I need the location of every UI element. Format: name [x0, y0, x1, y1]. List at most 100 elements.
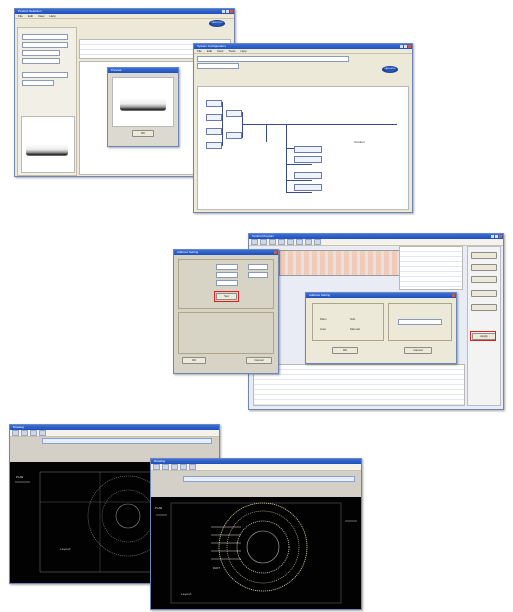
close-icon[interactable] — [408, 45, 411, 48]
menu-help[interactable]: Help — [240, 49, 246, 53]
option-field[interactable] — [22, 72, 68, 78]
toolbar-button[interactable] — [314, 239, 321, 245]
toolbar — [151, 464, 361, 471]
option-sub-label[interactable]: Sub — [350, 317, 355, 321]
control-program-window: Control Program Apply Address Setting Ma… — [248, 233, 504, 410]
controller-node[interactable] — [206, 100, 222, 107]
toolbar-button[interactable] — [180, 464, 187, 470]
toolbar — [249, 239, 503, 246]
minimize-icon[interactable] — [222, 10, 225, 13]
indoor-node[interactable] — [294, 184, 322, 191]
popup-unit-image — [120, 98, 166, 111]
window-title: Control Program — [252, 234, 275, 238]
command-field[interactable] — [183, 476, 355, 482]
minimize-icon[interactable] — [400, 45, 403, 48]
indoor-node[interactable] — [294, 156, 322, 163]
controller-node[interactable] — [206, 128, 222, 135]
connector-line — [286, 164, 312, 165]
toolbar-button[interactable] — [296, 239, 303, 245]
toolbar-button[interactable] — [12, 430, 19, 436]
setting-field[interactable] — [216, 280, 238, 286]
options-group — [312, 303, 384, 341]
popup-ok-button[interactable]: OK — [132, 130, 154, 137]
toolbar-button[interactable] — [251, 239, 258, 245]
highlight-box — [470, 331, 496, 341]
menu-help[interactable]: Help — [49, 14, 55, 18]
log-list — [253, 364, 465, 406]
toolbar-button[interactable] — [260, 239, 267, 245]
setting-field[interactable] — [248, 264, 268, 270]
indoor-node[interactable] — [294, 146, 322, 153]
toolbar-button[interactable] — [278, 239, 285, 245]
toolbar-button[interactable] — [287, 239, 294, 245]
controller-node[interactable] — [226, 132, 242, 139]
controller-node[interactable] — [226, 110, 242, 117]
toolbar-button[interactable] — [153, 464, 160, 470]
option-manual-label[interactable]: Manual — [350, 327, 360, 331]
toolbar-button[interactable] — [39, 430, 46, 436]
option-field[interactable] — [197, 63, 239, 69]
connector-line — [286, 180, 312, 181]
dialog-title: Address Setting — [309, 293, 331, 297]
connector-line — [222, 102, 223, 146]
maximize-icon[interactable] — [404, 45, 407, 48]
toolbar-button[interactable] — [171, 464, 178, 470]
option-auto-label[interactable]: Auto — [320, 327, 326, 331]
toolbar-button[interactable] — [162, 464, 169, 470]
indoor-unit-image — [26, 144, 68, 156]
title-bar: Drawing — [10, 425, 219, 430]
maximize-icon[interactable] — [495, 235, 498, 238]
menu-tools[interactable]: Tools — [228, 49, 235, 53]
left-panel — [17, 27, 77, 176]
close-icon[interactable] — [452, 294, 455, 297]
menu-file[interactable]: File — [18, 14, 23, 18]
cad-canvas: PLAN DUCT Layout — [151, 497, 361, 609]
options-group — [178, 312, 274, 354]
close-icon[interactable] — [274, 251, 277, 254]
menu-view[interactable]: View — [38, 14, 44, 18]
toolbar-button[interactable] — [305, 239, 312, 245]
model-field[interactable] — [22, 34, 68, 40]
address-setting-dialog: Address Setting Main Sub Auto Manual OK … — [305, 292, 457, 364]
title-bar: System Configuration — [194, 44, 412, 49]
option-main-label[interactable]: Main — [320, 317, 327, 321]
controller-node[interactable] — [206, 114, 222, 121]
capacity-field[interactable] — [22, 50, 60, 56]
minimize-icon[interactable] — [491, 235, 494, 238]
path-field[interactable] — [197, 56, 349, 62]
connector-line — [286, 192, 312, 193]
command-field[interactable] — [42, 438, 212, 444]
setting-field[interactable] — [248, 272, 268, 278]
dialog-title: Address Setting — [177, 250, 199, 254]
side-button[interactable] — [471, 276, 497, 283]
side-button[interactable] — [471, 264, 497, 271]
title-bar: Control Program — [249, 234, 503, 239]
setting-field[interactable] — [216, 264, 238, 270]
controller-node[interactable] — [206, 142, 222, 149]
toolbar-button[interactable] — [269, 239, 276, 245]
side-button[interactable] — [471, 304, 497, 311]
ok-button[interactable]: OK — [332, 347, 358, 354]
ok-button[interactable]: OK — [182, 357, 206, 364]
side-button[interactable] — [471, 252, 497, 259]
menu-view[interactable]: View — [217, 49, 223, 53]
address-field[interactable] — [398, 319, 442, 325]
toolbar-button[interactable] — [30, 430, 37, 436]
close-icon[interactable] — [499, 235, 502, 238]
close-icon[interactable] — [230, 10, 233, 13]
side-button[interactable] — [471, 290, 497, 297]
maximize-icon[interactable] — [226, 10, 229, 13]
cancel-button[interactable]: Cancel — [246, 357, 272, 364]
menu-edit[interactable]: Edit — [207, 49, 212, 53]
window-title: System Configuration — [197, 44, 226, 48]
series-field[interactable] — [22, 58, 60, 64]
toolbar-button[interactable] — [21, 430, 28, 436]
toolbar-button[interactable] — [189, 464, 196, 470]
cancel-button[interactable]: Cancel — [404, 347, 432, 354]
filter-field[interactable] — [22, 80, 54, 86]
menu-edit[interactable]: Edit — [28, 14, 33, 18]
setting-field[interactable] — [216, 272, 238, 278]
menu-file[interactable]: File — [197, 49, 202, 53]
type-field[interactable] — [22, 42, 68, 48]
indoor-node[interactable] — [294, 172, 322, 179]
